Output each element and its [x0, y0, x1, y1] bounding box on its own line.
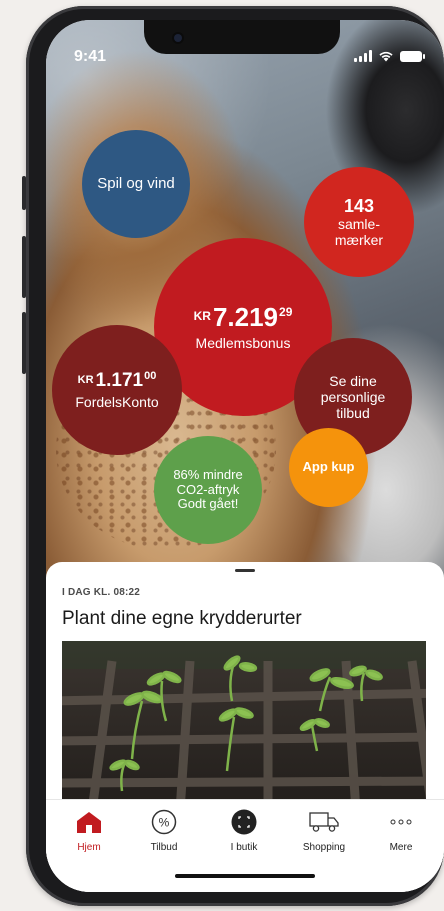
app-screen: 9:41 Spil og vind 143 samle- mærker KR7.… [46, 20, 444, 892]
volume-down-button [22, 312, 26, 374]
medlemsbonus-label: Medlemsbonus [195, 334, 291, 351]
co2-line-1: 86% mindre [173, 466, 243, 482]
tab-tilbud[interactable]: % Tilbud [129, 808, 199, 853]
tab-hjem[interactable]: Hjem [54, 808, 124, 853]
samlemaerker-bubble[interactable]: 143 samle- mærker [304, 167, 414, 277]
tab-mere[interactable]: Mere [366, 808, 436, 853]
samlemaerker-count: 143 [343, 195, 375, 216]
fordelskonto-amount: KR 1.17100 [78, 370, 157, 392]
status-time: 9:41 [74, 48, 107, 65]
tab-i-butik[interactable]: I butik [209, 808, 279, 853]
tab-label: I butik [230, 842, 258, 853]
wifi-icon [378, 50, 394, 62]
tab-label: Shopping [302, 842, 346, 853]
status-icons [354, 48, 425, 62]
phone-notch [144, 20, 340, 54]
tab-label: Mere [389, 842, 413, 853]
svg-text:%: % [159, 816, 170, 830]
amount-decimals: 00 [144, 370, 157, 383]
co2-line-2: CO2-aftryk [176, 481, 240, 497]
truck-icon [289, 808, 359, 836]
tab-label: Tilbud [150, 842, 178, 853]
home-icon [54, 808, 124, 836]
fordelskonto-bubble[interactable]: KR 1.17100 FordelsKonto [52, 325, 182, 455]
samlemaerker-label-1: samle- [337, 216, 380, 233]
tilbud-line-2: personlige [320, 388, 386, 405]
fordelskonto-label: FordelsKonto [75, 393, 159, 410]
sheet-grabber[interactable] [235, 569, 255, 572]
tilbud-line-1: Se dine [329, 372, 377, 389]
front-camera [174, 34, 182, 42]
amount-main: 7.219 [212, 302, 279, 332]
co2-line-3: Godt gået! [177, 496, 239, 512]
scan-icon [209, 808, 279, 836]
article-timestamp: I DAG KL. 08:22 [62, 587, 141, 598]
currency-label: KR [193, 309, 211, 323]
more-icon [366, 808, 436, 836]
app-kup-bubble[interactable]: App kup [289, 428, 368, 507]
bottom-tab-bar: Hjem % Tilbud I butik Shopping Mere [46, 799, 444, 892]
battery-icon [400, 51, 425, 62]
article-title[interactable]: Plant dine egne krydderurter [62, 608, 302, 630]
home-indicator[interactable] [175, 874, 315, 878]
tab-shopping[interactable]: Shopping [289, 808, 359, 853]
currency-label: KR [77, 374, 94, 387]
signal-icon [354, 50, 372, 62]
spil-og-vind-bubble[interactable]: Spil og vind [82, 130, 190, 238]
mute-switch [22, 176, 26, 210]
samlemaerker-label-2: mærker [334, 232, 384, 249]
tab-label: Hjem [77, 842, 101, 853]
seedlings-image[interactable] [62, 641, 426, 801]
co2-bubble[interactable]: 86% mindre CO2-aftryk Godt gået! [154, 436, 262, 544]
volume-up-button [22, 236, 26, 298]
amount-main: 1.171 [95, 370, 144, 392]
amount-decimals: 29 [279, 305, 293, 319]
app-kup-label: App kup [302, 459, 355, 475]
medlemsbonus-amount: KR7.21929 [193, 302, 293, 333]
percent-icon: % [129, 808, 199, 836]
spil-og-vind-label: Spil og vind [97, 175, 175, 193]
tilbud-line-3: tilbud [336, 405, 370, 422]
